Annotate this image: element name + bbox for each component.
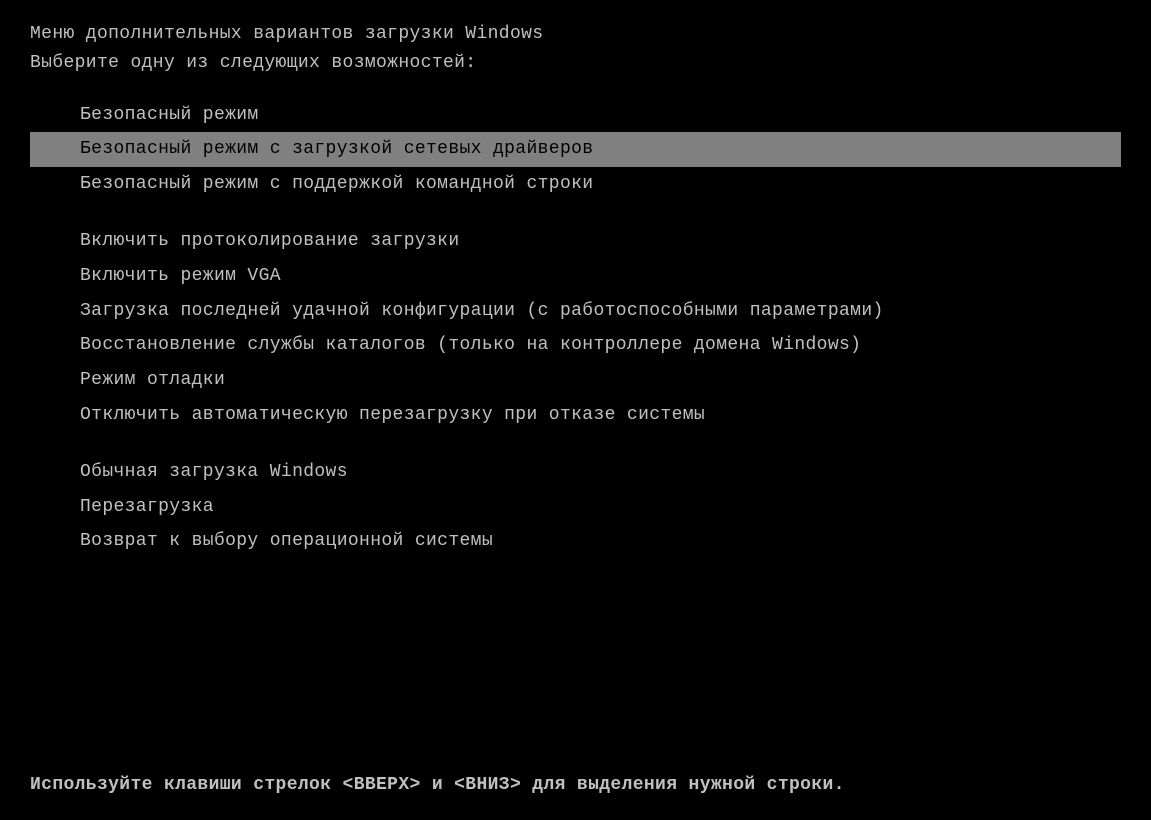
- menu-item-safe-mode-cmd[interactable]: Безопасный режим с поддержкой командной …: [30, 167, 1121, 202]
- menu-item-disable-restart[interactable]: Отключить автоматическую перезагрузку пр…: [30, 398, 1121, 433]
- menu-spacer: [30, 433, 1121, 455]
- menu-item-safe-mode-network[interactable]: Безопасный режим с загрузкой сетевых дра…: [30, 132, 1121, 167]
- footer-text: Используйте клавиши стрелок <ВВЕРХ> и <В…: [30, 771, 1121, 800]
- footer-section: Используйте клавиши стрелок <ВВЕРХ> и <В…: [30, 761, 1121, 800]
- menu-section: Безопасный режимБезопасный режим с загру…: [30, 98, 1121, 762]
- menu-item-enable-logging[interactable]: Включить протоколирование загрузки: [30, 224, 1121, 259]
- menu-item-restart[interactable]: Перезагрузка: [30, 490, 1121, 525]
- header-subtitle: Выберите одну из следующих возможностей:: [30, 49, 1121, 78]
- menu-item-last-known-good[interactable]: Загрузка последней удачной конфигурации …: [30, 294, 1121, 329]
- menu-item-normal-boot[interactable]: Обычная загрузка Windows: [30, 455, 1121, 490]
- header-title: Меню дополнительных вариантов загрузки W…: [30, 20, 1121, 49]
- menu-item-safe-mode[interactable]: Безопасный режим: [30, 98, 1121, 133]
- menu-item-return-os[interactable]: Возврат к выбору операционной системы: [30, 524, 1121, 559]
- menu-item-debug-mode[interactable]: Режим отладки: [30, 363, 1121, 398]
- menu-item-restore-directory[interactable]: Восстановление службы каталогов (только …: [30, 328, 1121, 363]
- menu-spacer: [30, 202, 1121, 224]
- header-section: Меню дополнительных вариантов загрузки W…: [30, 20, 1121, 78]
- boot-menu-screen: Меню дополнительных вариантов загрузки W…: [0, 0, 1151, 820]
- menu-item-enable-vga[interactable]: Включить режим VGA: [30, 259, 1121, 294]
